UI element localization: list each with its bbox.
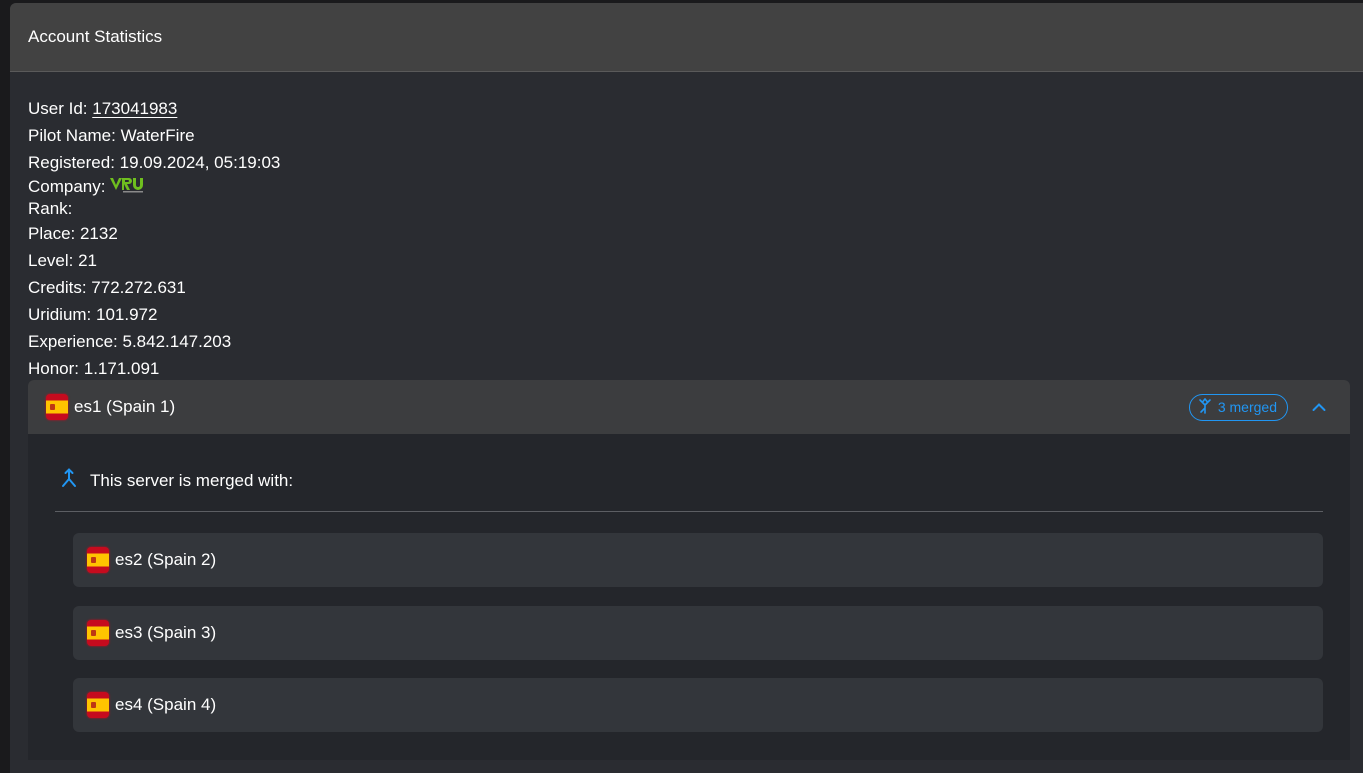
server-panel: es1 (Spain 1) 3 merged This server is me… [28, 380, 1350, 760]
company-logo [109, 176, 147, 200]
stat-uridium: Uridium: 101.972 [28, 305, 158, 324]
card-header: Account Statistics [10, 3, 1363, 72]
merge-title: This server is merged with: [60, 468, 293, 493]
divider [55, 511, 1323, 512]
merged-server-name: es4 (Spain 4) [115, 695, 217, 714]
stat-user-id: User Id: 173041983 [28, 95, 1363, 122]
stat-honor: Honor: 1.171.091 [28, 359, 160, 378]
page-title: Account Statistics [28, 27, 163, 46]
merged-server-item[interactable]: es4 (Spain 4) [73, 678, 1323, 732]
spain-flag-icon [87, 547, 109, 573]
chevron-up-icon[interactable] [1310, 398, 1328, 416]
stat-registered: Registered: 19.09.2024, 05:19:03 [28, 153, 281, 172]
server-accordion-header[interactable]: es1 (Spain 1) 3 merged [28, 380, 1350, 434]
spain-flag-icon [87, 692, 109, 718]
spain-flag-icon [87, 620, 109, 646]
merged-server-name: es2 (Spain 2) [115, 550, 217, 569]
spain-flag-icon [46, 394, 68, 420]
stat-level: Level: 21 [28, 251, 97, 270]
merged-count-badge: 3 merged [1188, 393, 1288, 421]
stat-credits: Credits: 772.272.631 [28, 278, 186, 297]
stats-list: User Id: 173041983 Pilot Name: WaterFire… [10, 72, 1363, 382]
company-label: Company: [28, 177, 106, 196]
account-statistics-card: Account Statistics User Id: 173041983 Pi… [10, 3, 1363, 773]
user-id-label: User Id: [28, 99, 93, 118]
merge-title-label: This server is merged with: [90, 470, 294, 490]
stat-pilot-name: Pilot Name: WaterFire [28, 126, 195, 145]
user-id-link[interactable]: 173041983 [92, 99, 177, 118]
merged-server-item[interactable]: es2 (Spain 2) [73, 533, 1323, 587]
merged-server-item[interactable]: es3 (Spain 3) [73, 606, 1323, 660]
stat-rank: Rank: [28, 199, 73, 218]
stat-place: Place: 2132 [28, 224, 118, 243]
merge-icon [60, 468, 78, 493]
merged-server-name: es3 (Spain 3) [115, 623, 217, 642]
merged-badge-label: 3 merged [1217, 399, 1277, 415]
stat-company: Company: [28, 176, 1363, 198]
server-name: es1 (Spain 1) [74, 397, 176, 416]
merge-icon [1198, 397, 1212, 417]
stat-experience: Experience: 5.842.147.203 [28, 332, 232, 351]
